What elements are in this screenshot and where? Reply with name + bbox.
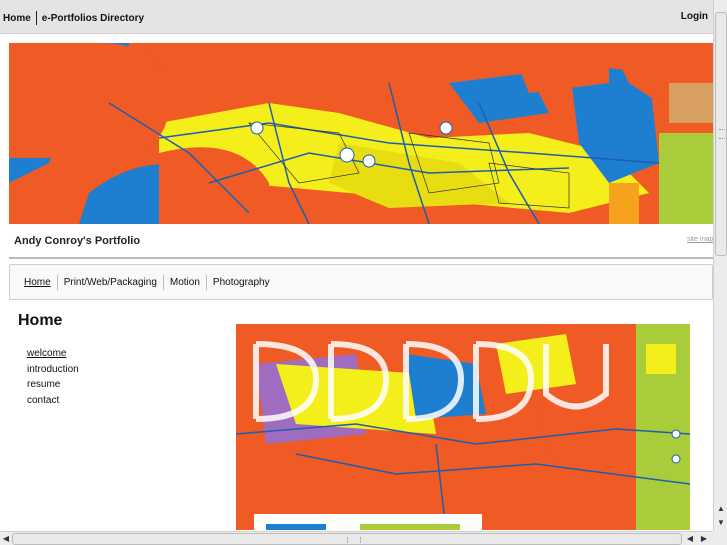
subnav-item-contact[interactable]: contact — [27, 393, 79, 409]
tab-label[interactable]: Photography — [207, 277, 276, 288]
subnav-label[interactable]: resume — [27, 379, 60, 390]
site-map-link[interactable]: site map — [687, 236, 713, 243]
top-nav: Home e-Portfolios Directory — [3, 11, 144, 25]
subnav-label[interactable]: contact — [27, 395, 59, 406]
main-nav: Home Print/Web/Packaging Motion Photogra… — [9, 264, 713, 300]
tab-label[interactable]: Print/Web/Packaging — [58, 277, 163, 288]
divider — [9, 257, 713, 259]
sub-nav: welcome introduction resume contact — [27, 346, 79, 408]
welcome-image — [236, 324, 690, 530]
tab-motion[interactable]: Motion — [164, 274, 207, 290]
tab-photography[interactable]: Photography — [207, 277, 276, 288]
subnav-label[interactable]: welcome — [27, 348, 66, 359]
banner-image — [9, 43, 713, 224]
tab-label[interactable]: Home — [24, 277, 57, 288]
scroll-left-icon[interactable]: ◀ — [684, 533, 696, 545]
subnav-item-resume[interactable]: resume — [27, 377, 79, 393]
portfolio-title: Andy Conroy's Portfolio — [14, 235, 141, 247]
tab-print-web-packaging[interactable]: Print/Web/Packaging — [58, 274, 164, 290]
scrollbar-corner — [713, 531, 727, 545]
tab-label[interactable]: Motion — [164, 277, 206, 288]
grip-icon — [719, 129, 725, 139]
vertical-scroll-thumb[interactable] — [715, 12, 727, 256]
horizontal-scroll-thumb[interactable] — [12, 533, 682, 545]
horizontal-scrollbar[interactable]: ◀ ◀ ▶ — [0, 531, 713, 545]
scroll-up-icon[interactable]: ▲ — [715, 503, 727, 515]
vertical-scrollbar[interactable]: ▲ ▼ — [713, 0, 727, 531]
eportfolios-directory-link[interactable]: e-Portfolios Directory — [42, 13, 144, 24]
page-heading: Home — [18, 312, 63, 329]
login-link[interactable]: Login — [681, 11, 708, 22]
divider — [35, 11, 37, 25]
scroll-right-icon[interactable]: ▶ — [698, 533, 710, 545]
subnav-item-welcome[interactable]: welcome — [27, 346, 79, 362]
scroll-left-icon[interactable]: ◀ — [0, 533, 12, 545]
subnav-label[interactable]: introduction — [27, 364, 79, 375]
home-link[interactable]: Home — [3, 13, 31, 24]
banner-map-artwork — [9, 43, 713, 224]
welcome-artwork — [236, 324, 690, 530]
scroll-down-icon[interactable]: ▼ — [715, 517, 727, 529]
nav-tabs: Home Print/Web/Packaging Motion Photogra… — [10, 265, 712, 299]
tab-home[interactable]: Home — [24, 274, 58, 290]
top-bar: Home e-Portfolios Directory Login — [0, 0, 713, 34]
grip-icon — [347, 537, 361, 543]
subnav-item-introduction[interactable]: introduction — [27, 362, 79, 378]
